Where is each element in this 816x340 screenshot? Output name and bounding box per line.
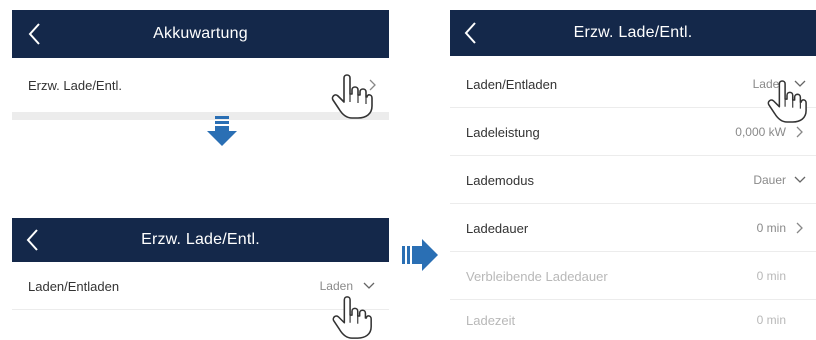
list-item-charge-time: Ladezeit 0 min — [450, 300, 816, 340]
hand-pointer-icon — [331, 74, 373, 119]
page-title: Erzw. Lade/Entl. — [141, 231, 260, 248]
value-text: 0 min — [756, 313, 786, 327]
list-item-label: Erzw. Lade/Entl. — [28, 77, 122, 93]
dropdown-value: Laden — [319, 279, 353, 293]
page-title: Erzw. Lade/Entl. — [573, 24, 693, 41]
list-item-label: Laden/Entladen — [28, 278, 120, 294]
app-bar: Akkuwartung — [12, 10, 389, 58]
chevron-right-icon — [794, 222, 806, 234]
chevron-down-icon — [794, 174, 806, 186]
hand-pointer-icon — [767, 80, 807, 123]
hand-pointer-icon — [332, 296, 372, 339]
flow-arrow-right-icon — [402, 239, 438, 271]
value-text: 0 min — [756, 221, 786, 235]
list-item-charge-power[interactable]: Ladeleistung 0,000 kW — [450, 108, 816, 156]
value-text: 0 min — [756, 269, 786, 283]
flow-arrow-down-icon — [207, 116, 237, 146]
chevron-right-icon — [794, 126, 806, 138]
list-item-label: Ladedauer — [466, 220, 529, 236]
list-item-label: Laden/Entladen — [466, 76, 558, 92]
list-item-remaining-charge-duration: Verbleibende Ladedauer 0 min — [450, 252, 816, 300]
list-item-charge-discharge[interactable]: Laden/Entladen Laden — [450, 60, 816, 108]
dropdown-value: Dauer — [753, 173, 786, 187]
screen-forced-charge-expanded: Erzw. Lade/Entl. Laden/Entladen Laden La… — [450, 10, 816, 340]
app-bar: Erzw. Lade/Entl. — [12, 218, 389, 262]
list-item-label: Ladeleistung — [466, 124, 540, 140]
chevron-down-icon — [363, 280, 375, 292]
value-text: 0,000 kW — [735, 125, 786, 139]
app-bar: Erzw. Lade/Entl. — [450, 10, 816, 56]
list-item-label: Lademodus — [466, 172, 534, 188]
list-item-charge-mode[interactable]: Lademodus Dauer — [450, 156, 816, 204]
list-item-label: Ladezeit — [466, 312, 516, 328]
list-item-charge-duration[interactable]: Ladedauer 0 min — [450, 204, 816, 252]
list-item-label: Verbleibende Ladedauer — [466, 268, 608, 284]
page-title: Akkuwartung — [153, 25, 248, 42]
